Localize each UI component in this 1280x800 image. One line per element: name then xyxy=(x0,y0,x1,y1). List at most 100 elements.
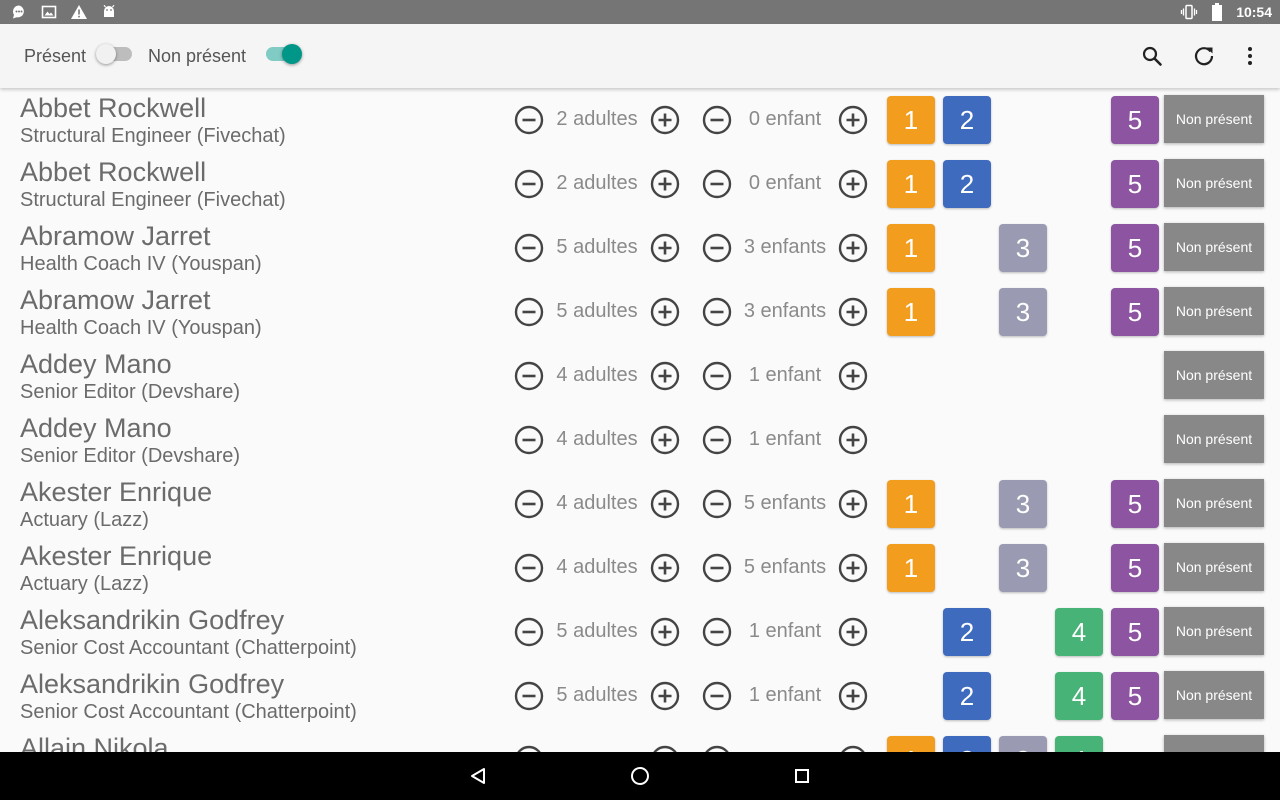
group-badge-1[interactable]: 1 xyxy=(887,288,935,336)
group-badge-2[interactable]: 2 xyxy=(943,608,991,656)
decrease-adults-button[interactable] xyxy=(514,361,544,391)
increase-adults-button[interactable] xyxy=(650,745,680,752)
group-badge-2[interactable]: 2 xyxy=(943,96,991,144)
group-badge-3[interactable]: 3 xyxy=(999,224,1047,272)
group-badge-5[interactable]: 5 xyxy=(1111,96,1159,144)
group-badge-4[interactable]: 4 xyxy=(1055,672,1103,720)
group-badge-5[interactable]: 5 xyxy=(1111,160,1159,208)
status-button[interactable]: Non présent xyxy=(1164,287,1264,335)
decrease-adults-button[interactable] xyxy=(514,425,544,455)
decrease-adults-button[interactable] xyxy=(514,617,544,647)
decrease-children-button[interactable] xyxy=(702,361,732,391)
increase-children-button[interactable] xyxy=(838,489,868,519)
increase-children-button[interactable] xyxy=(838,553,868,583)
status-button[interactable]: Non présent xyxy=(1164,95,1264,143)
status-button[interactable]: Non présent xyxy=(1164,223,1264,271)
increase-adults-button[interactable] xyxy=(650,297,680,327)
group-badge-2[interactable]: 2 xyxy=(943,672,991,720)
group-badge-5[interactable]: 5 xyxy=(1111,224,1159,272)
group-badge-5[interactable]: 5 xyxy=(1111,608,1159,656)
decrease-adults-button[interactable] xyxy=(514,169,544,199)
increase-children-button[interactable] xyxy=(838,361,868,391)
increase-children-button[interactable] xyxy=(838,169,868,199)
decrease-children-button[interactable] xyxy=(702,617,732,647)
group-badge-5[interactable]: 5 xyxy=(1111,672,1159,720)
list-item[interactable]: Aleksandrikin Godfrey Senior Cost Account… xyxy=(0,600,1280,665)
group-badge-4[interactable]: 4 xyxy=(1055,736,1103,752)
group-badge-5[interactable]: 5 xyxy=(1111,288,1159,336)
home-icon[interactable] xyxy=(628,764,652,788)
decrease-adults-button[interactable] xyxy=(514,745,544,752)
decrease-adults-button[interactable] xyxy=(514,489,544,519)
recents-icon[interactable] xyxy=(790,764,814,788)
group-badge-3[interactable]: 3 xyxy=(999,544,1047,592)
search-icon[interactable] xyxy=(1138,42,1166,70)
back-icon[interactable] xyxy=(466,764,490,788)
list-item[interactable]: Aleksandrikin Godfrey Senior Cost Account… xyxy=(0,664,1280,729)
list-item[interactable]: Allain Nikola 1234 xyxy=(0,728,1280,752)
status-button[interactable]: Non présent xyxy=(1164,415,1264,463)
group-badge-1[interactable]: 1 xyxy=(887,544,935,592)
status-button[interactable]: Non présent xyxy=(1164,607,1264,655)
increase-children-button[interactable] xyxy=(838,105,868,135)
increase-adults-button[interactable] xyxy=(650,681,680,711)
list-item[interactable]: Addey Mano Senior Editor (Devshare) 4 adul… xyxy=(0,408,1280,473)
group-badge-3[interactable]: 3 xyxy=(999,480,1047,528)
decrease-children-button[interactable] xyxy=(702,425,732,455)
list-item[interactable]: Addey Mano Senior Editor (Devshare) 4 adul… xyxy=(0,344,1280,409)
group-badge-1[interactable]: 1 xyxy=(887,96,935,144)
list-item[interactable]: Abbet Rockwell Structural Engineer (Fivec… xyxy=(0,88,1280,153)
group-badge-2[interactable]: 2 xyxy=(943,160,991,208)
status-button[interactable]: Non présent xyxy=(1164,671,1264,719)
status-button[interactable]: Non présent xyxy=(1164,159,1264,207)
decrease-children-button[interactable] xyxy=(702,233,732,263)
list-item[interactable]: Abramow Jarret Health Coach IV (Youspan) 5… xyxy=(0,280,1280,345)
decrease-adults-button[interactable] xyxy=(514,681,544,711)
group-badge-4[interactable]: 4 xyxy=(1055,608,1103,656)
increase-children-button[interactable] xyxy=(838,425,868,455)
status-button[interactable]: Non présent xyxy=(1164,479,1264,527)
increase-children-button[interactable] xyxy=(838,233,868,263)
increase-adults-button[interactable] xyxy=(650,169,680,199)
not-present-toggle[interactable] xyxy=(266,44,302,64)
group-badge-1[interactable]: 1 xyxy=(887,224,935,272)
decrease-children-button[interactable] xyxy=(702,681,732,711)
more-vert-icon[interactable] xyxy=(1236,42,1264,70)
decrease-children-button[interactable] xyxy=(702,489,732,519)
increase-adults-button[interactable] xyxy=(650,425,680,455)
status-button[interactable] xyxy=(1164,735,1264,752)
decrease-children-button[interactable] xyxy=(702,297,732,327)
attendee-list[interactable]: Abbet Rockwell Structural Engineer (Fivec… xyxy=(0,88,1280,752)
increase-children-button[interactable] xyxy=(838,681,868,711)
increase-adults-button[interactable] xyxy=(650,553,680,583)
group-badge-1[interactable]: 1 xyxy=(887,736,935,752)
decrease-children-button[interactable] xyxy=(702,169,732,199)
list-item[interactable]: Akester Enrique Actuary (Lazz) 4 adultes 5 … xyxy=(0,536,1280,601)
decrease-adults-button[interactable] xyxy=(514,105,544,135)
decrease-children-button[interactable] xyxy=(702,745,732,752)
decrease-adults-button[interactable] xyxy=(514,233,544,263)
increase-adults-button[interactable] xyxy=(650,233,680,263)
increase-children-button[interactable] xyxy=(838,617,868,647)
group-badge-3[interactable]: 3 xyxy=(999,288,1047,336)
group-badge-5[interactable]: 5 xyxy=(1111,544,1159,592)
status-button[interactable]: Non présent xyxy=(1164,351,1264,399)
present-toggle[interactable] xyxy=(96,44,132,64)
decrease-adults-button[interactable] xyxy=(514,553,544,583)
list-item[interactable]: Akester Enrique Actuary (Lazz) 4 adultes 5 … xyxy=(0,472,1280,537)
increase-children-button[interactable] xyxy=(838,297,868,327)
decrease-children-button[interactable] xyxy=(702,553,732,583)
decrease-adults-button[interactable] xyxy=(514,297,544,327)
increase-adults-button[interactable] xyxy=(650,105,680,135)
list-item[interactable]: Abramow Jarret Health Coach IV (Youspan) 5… xyxy=(0,216,1280,281)
decrease-children-button[interactable] xyxy=(702,105,732,135)
increase-children-button[interactable] xyxy=(838,745,868,752)
increase-adults-button[interactable] xyxy=(650,617,680,647)
group-badge-5[interactable]: 5 xyxy=(1111,480,1159,528)
group-badge-2[interactable]: 2 xyxy=(943,736,991,752)
group-badge-3[interactable]: 3 xyxy=(999,736,1047,752)
refresh-icon[interactable] xyxy=(1190,42,1218,70)
status-button[interactable]: Non présent xyxy=(1164,543,1264,591)
list-item[interactable]: Abbet Rockwell Structural Engineer (Fivec… xyxy=(0,152,1280,217)
group-badge-1[interactable]: 1 xyxy=(887,160,935,208)
